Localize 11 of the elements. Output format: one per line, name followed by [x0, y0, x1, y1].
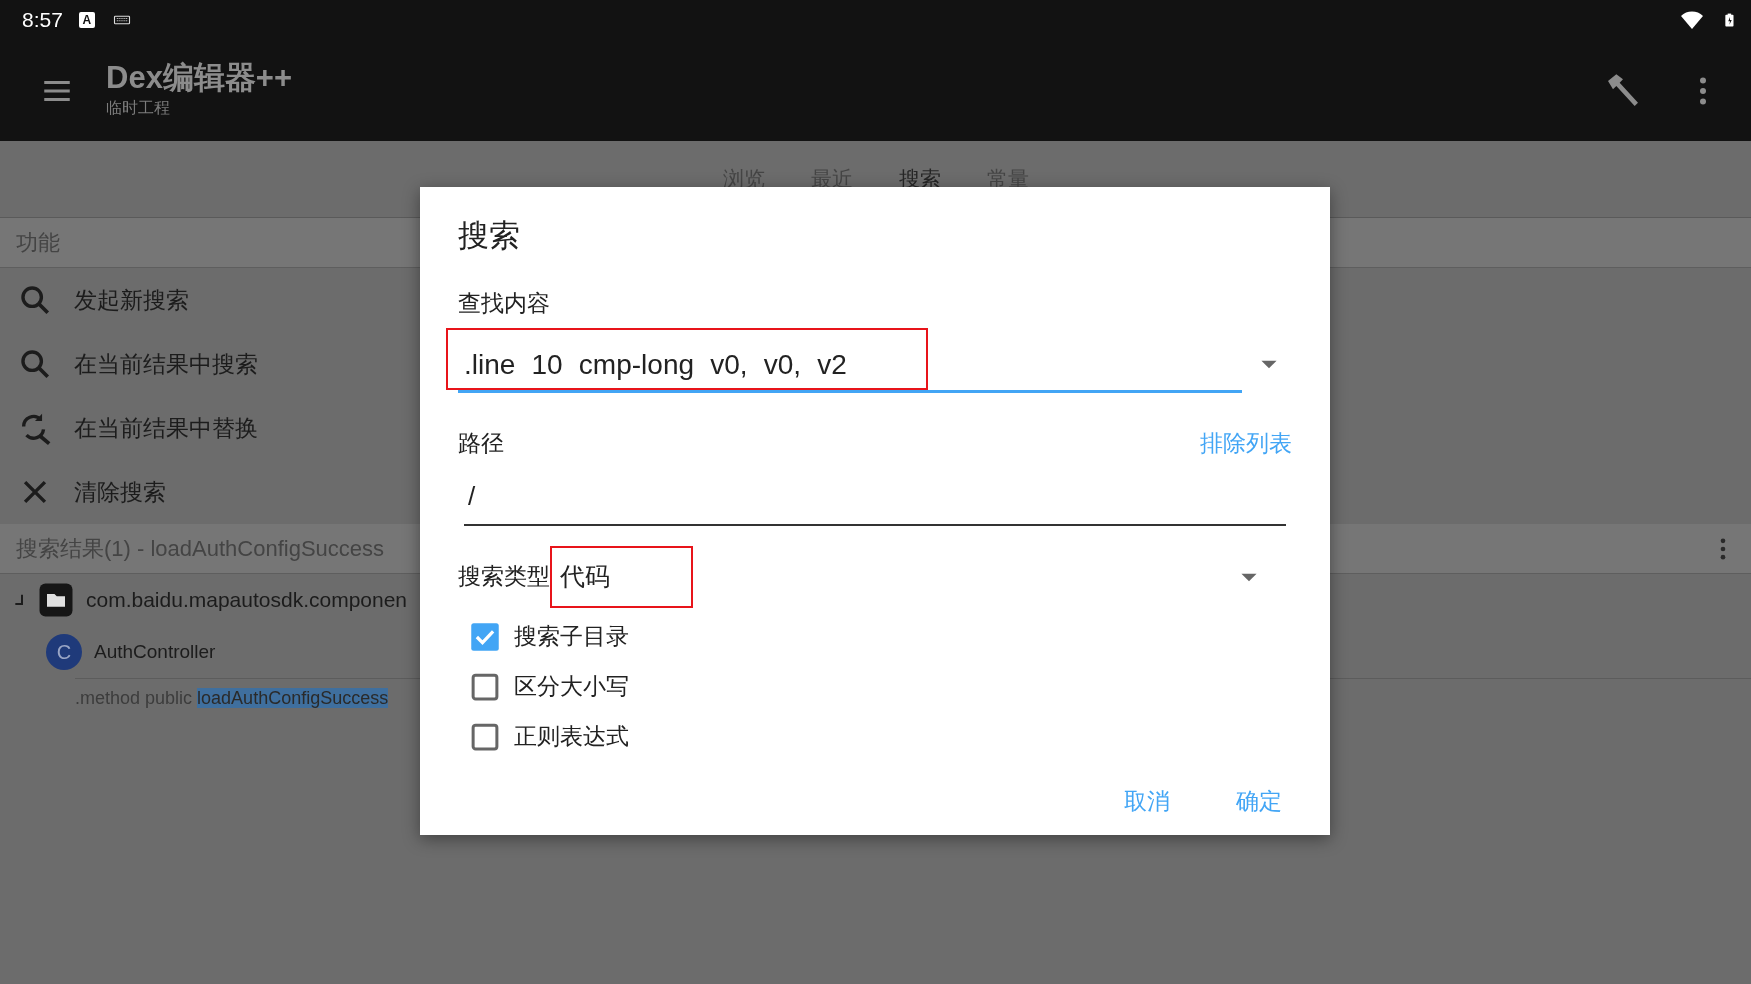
- app-subtitle: 临时工程: [106, 97, 171, 118]
- tree-label: AuthController: [94, 639, 216, 664]
- app-badge: A: [78, 12, 95, 28]
- field-label: 查找内容: [458, 288, 551, 318]
- status-time: 8:57: [22, 7, 63, 34]
- tree-label: com.baidu.mapautosdk.componen: [86, 587, 408, 614]
- field-label: 路径: [458, 429, 504, 458]
- dialog-title: 搜索: [458, 217, 521, 255]
- app-title: Dex编辑器++: [106, 61, 293, 96]
- class-badge: C: [46, 634, 82, 670]
- field-label: 搜索类型: [458, 562, 550, 592]
